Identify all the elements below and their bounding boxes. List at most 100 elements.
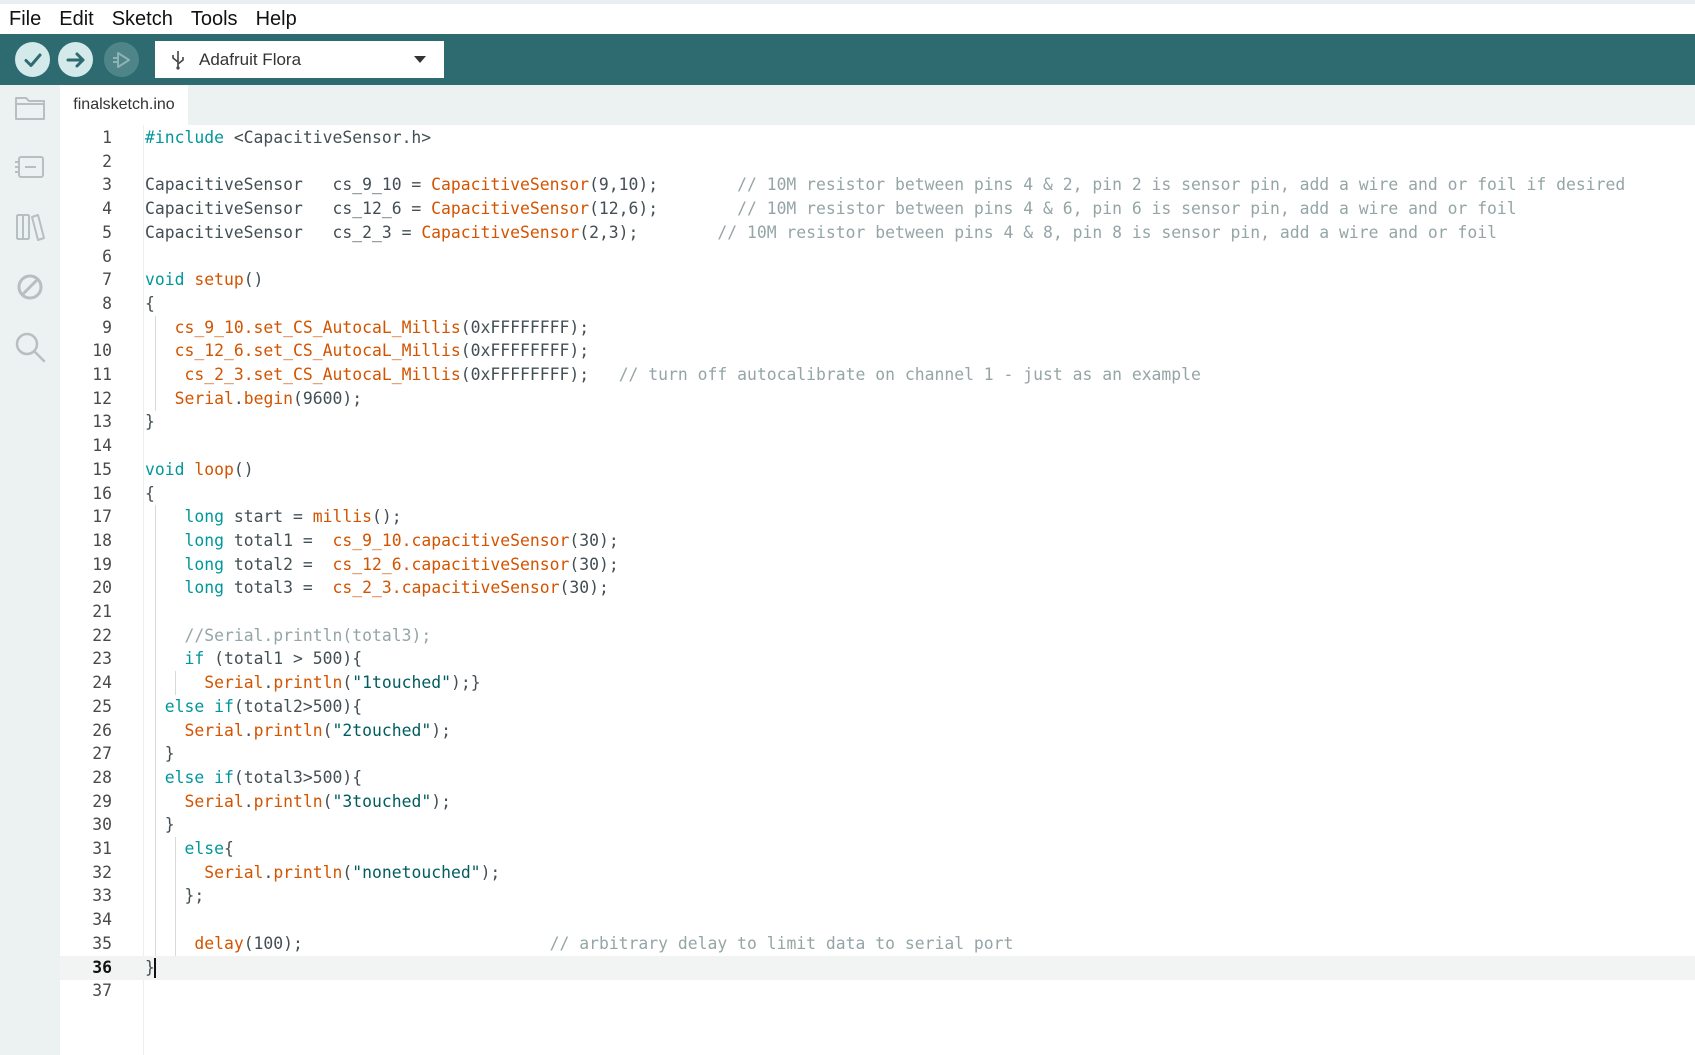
code-line[interactable]: 6 xyxy=(60,245,1695,269)
code-line[interactable]: 22 //Serial.println(total3); xyxy=(60,623,1695,648)
menu-tools[interactable]: Tools xyxy=(182,5,247,33)
code-token: (total2>500){ xyxy=(233,696,363,716)
code-token: if xyxy=(184,649,215,669)
code-line[interactable]: 15 void loop() xyxy=(60,458,1695,482)
code-line[interactable]: 30 } xyxy=(60,813,1695,838)
line-number: 33 xyxy=(92,886,112,906)
code-line[interactable]: 8{ xyxy=(60,292,1695,316)
line-number: 34 xyxy=(92,910,112,930)
code-line[interactable]: 17 long start = millis(); xyxy=(60,505,1695,530)
board-selector[interactable]: Adafruit Flora xyxy=(155,41,444,78)
code-line[interactable]: 12 Serial.begin(9600); xyxy=(60,386,1695,411)
line-number: 16 xyxy=(92,483,112,503)
code-text: #include <CapacitiveSensor.h> xyxy=(145,126,431,150)
code-token: millis xyxy=(312,507,372,527)
line-number: 35 xyxy=(92,933,112,953)
code-token: cs_2_3.capacitiveSensor xyxy=(332,578,560,598)
code-token: { xyxy=(223,839,234,858)
code-line[interactable]: 16 { xyxy=(60,482,1695,506)
board-name: Adafruit Flora xyxy=(199,49,302,69)
line-number: 3 xyxy=(102,175,112,195)
code-token: delay xyxy=(194,933,244,953)
code-token: ( xyxy=(342,673,353,693)
tab-strip: finalsketch.ino xyxy=(60,85,1695,125)
tab-finalsketch[interactable]: finalsketch.ino xyxy=(60,85,188,125)
code-token: total1 = xyxy=(233,530,333,550)
code-line[interactable]: 5 CapacitiveSensor cs_2_3 = CapacitiveSen… xyxy=(60,221,1695,245)
code-token: . xyxy=(263,862,274,882)
code-token: (12,6); xyxy=(589,199,738,219)
code-text: Serial.println("3touched"); xyxy=(145,790,450,814)
library-icon[interactable] xyxy=(12,209,48,245)
code-line[interactable]: 20 long total3 = cs_2_3.capacitiveSensor… xyxy=(60,576,1695,601)
code-line[interactable]: 2 xyxy=(60,150,1695,174)
line-number: 24 xyxy=(92,673,112,693)
code-line[interactable]: 3 CapacitiveSensor cs_9_10 = CapacitiveSe… xyxy=(60,173,1695,197)
code-line[interactable]: 11 cs_2_3.set_CS_AutocaL_Millis(0xFFFFFF… xyxy=(60,363,1695,387)
code-editor[interactable]: 1 #include <CapacitiveSensor.h> 2 3 Capaciti… xyxy=(60,125,1695,1055)
indent-guide xyxy=(174,908,176,933)
code-text: CapacitiveSensor cs_12_6 = CapacitiveSen… xyxy=(145,197,1517,221)
code-token: else xyxy=(184,839,224,858)
code-line[interactable]: 28 else if(total3>500){ xyxy=(60,765,1695,790)
code-line[interactable]: 33 }; xyxy=(60,884,1695,909)
code-line[interactable]: 25 else if(total2>500){ xyxy=(60,694,1695,719)
code-line[interactable]: 21 xyxy=(60,600,1695,624)
code-text: Serial.println("1touched");} xyxy=(145,671,480,695)
toolbar: Adafruit Flora xyxy=(0,34,1695,85)
code-line[interactable]: 18 long total1 = cs_9_10.capacitiveSenso… xyxy=(60,528,1695,553)
code-line[interactable]: 23 if (total1 > 500){ xyxy=(60,647,1695,672)
code-token: }; xyxy=(145,886,205,906)
code-line[interactable]: 27 } xyxy=(60,742,1695,767)
code-line[interactable]: 1 #include <CapacitiveSensor.h> xyxy=(60,126,1695,150)
folder-icon[interactable] xyxy=(12,89,48,125)
code-line[interactable]: 19 long total2 = cs_12_6.capacitiveSenso… xyxy=(60,552,1695,577)
code-token: loop xyxy=(194,459,234,479)
code-token: (0xFFFFFFFF); xyxy=(460,317,590,337)
verify-button[interactable] xyxy=(15,42,50,77)
code-line[interactable]: 7 void setup() xyxy=(60,268,1695,292)
code-token: { xyxy=(145,293,155,313)
line-number: 31 xyxy=(92,839,112,858)
search-icon[interactable] xyxy=(12,329,48,365)
line-number: 19 xyxy=(92,554,112,574)
code-token: begin xyxy=(243,388,294,408)
code-line[interactable]: 9 cs_9_10.set_CS_AutocaL_Millis(0xFFFFFF… xyxy=(60,315,1695,340)
line-number: 36 xyxy=(92,957,112,977)
code-line[interactable]: 10 cs_12_6.set_CS_AutocaL_Millis(0xFFFFF… xyxy=(60,339,1695,364)
code-token: // arbitrary delay to limit data to seri… xyxy=(549,933,1014,953)
code-token: long xyxy=(184,507,234,527)
menu-file[interactable]: File xyxy=(0,5,50,33)
code-line[interactable]: 37 xyxy=(60,979,1695,1003)
menu-sketch[interactable]: Sketch xyxy=(103,5,182,33)
code-text: } xyxy=(145,742,175,766)
code-line[interactable]: 32 Serial.println("nonetouched"); xyxy=(60,860,1695,885)
code-line[interactable]: 4 CapacitiveSensor cs_12_6 = CapacitiveSe… xyxy=(60,197,1695,221)
code-token: ); xyxy=(431,720,451,740)
board-manager-icon[interactable] xyxy=(12,149,48,185)
code-token: cs_2_3.set_CS_AutocaL_Millis xyxy=(184,365,461,384)
line-number: 29 xyxy=(92,791,112,811)
code-token: "1touched" xyxy=(352,673,451,693)
debug-button[interactable] xyxy=(104,42,139,77)
code-text: { xyxy=(145,482,155,506)
code-line[interactable]: 13} xyxy=(60,410,1695,434)
code-line[interactable]: 36} xyxy=(60,955,1695,980)
menu-edit[interactable]: Edit xyxy=(50,5,102,33)
code-line[interactable]: 31 else{ xyxy=(60,837,1695,861)
code-line[interactable]: 14 xyxy=(60,434,1695,458)
menu-help[interactable]: Help xyxy=(247,5,306,33)
debug-disabled-icon[interactable] xyxy=(12,269,48,305)
code-line[interactable]: 29 Serial.println("3touched"); xyxy=(60,789,1695,814)
code-line[interactable]: 35 delay(100); // arbitrary delay to lim… xyxy=(60,931,1695,956)
code-line[interactable]: 26 Serial.println("2touched"); xyxy=(60,718,1695,743)
code-text: { xyxy=(145,292,155,316)
code-line[interactable]: 24 Serial.println("1touched");} xyxy=(60,671,1695,696)
code-token: #include xyxy=(145,128,234,147)
code-line[interactable]: 34 xyxy=(60,908,1695,933)
code-token: . xyxy=(263,673,274,693)
upload-button[interactable] xyxy=(58,42,93,77)
